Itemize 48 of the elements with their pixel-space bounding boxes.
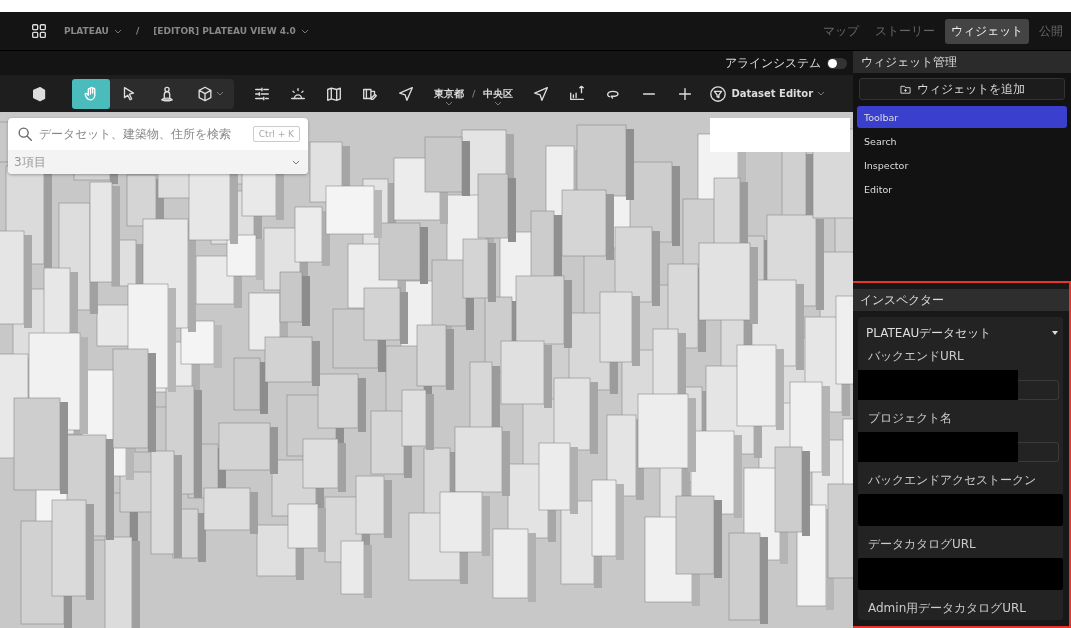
nav-tab[interactable]: ウィジェット <box>945 18 1029 44</box>
search-icon <box>16 125 34 143</box>
city-3d-map[interactable]: データセット、建築物、住所を検索 Ctrl + K 3項目 <box>0 112 853 628</box>
align-system-toggle[interactable] <box>827 57 847 69</box>
caret-icon <box>216 91 224 96</box>
export-icon[interactable] <box>568 84 587 103</box>
widget-list-item[interactable]: Inspector <box>857 154 1067 176</box>
send-icon[interactable] <box>397 84 415 103</box>
location-separator: / <box>472 88 476 99</box>
align-system-label: アラインシステム <box>725 54 821 72</box>
collapse-triangle-icon <box>1052 331 1058 335</box>
ward-menu[interactable]: 中央区 <box>483 87 514 100</box>
person-icon <box>158 84 176 103</box>
panel-title: ウィジェット管理 <box>853 51 1071 73</box>
field-label: プロジェクト名 <box>867 410 953 427</box>
project-menu[interactable]: [EDITOR] PLATEAU VIEW 4.0 <box>153 26 309 36</box>
field-label: データカタログURL <box>867 536 977 553</box>
widget-list-item[interactable]: Search <box>857 130 1067 152</box>
field-label: バックエンドURL <box>867 348 965 365</box>
widget-list-item[interactable]: Editor <box>857 178 1067 200</box>
input-field[interactable] <box>1018 442 1059 462</box>
hand-tool-button[interactable] <box>72 78 110 109</box>
input-field[interactable] <box>1018 380 1059 400</box>
widget-list-item[interactable]: Toolbar <box>857 106 1067 128</box>
shortcut-hint: Ctrl + K <box>252 126 300 142</box>
workspace-menu[interactable]: PLATEAU <box>64 26 122 36</box>
caret-icon <box>113 28 122 34</box>
prefecture-menu[interactable]: 東京都 <box>434 87 464 100</box>
map-icon[interactable] <box>325 84 343 103</box>
caret-icon <box>292 159 300 165</box>
cube-icon <box>196 84 214 103</box>
search-field[interactable]: データセット、建築物、住所を検索 Ctrl + K <box>8 118 308 150</box>
caret-icon <box>494 100 503 106</box>
caret-icon <box>817 91 826 96</box>
field-label: Admin用データカタログURL <box>867 600 1028 617</box>
add-widget-button[interactable]: ウィジェットを追加 <box>859 78 1065 100</box>
send-icon[interactable] <box>532 84 551 103</box>
dataset-editor-menu[interactable]: Dataset Editor <box>709 84 826 103</box>
caret-icon <box>445 100 453 106</box>
search-placeholder: データセット、建築物、住所を検索 <box>39 125 232 143</box>
caret-icon <box>300 28 309 34</box>
grid-icon[interactable] <box>30 22 48 40</box>
breadcrumb-separator: / <box>135 26 140 36</box>
filter-icon <box>709 84 728 103</box>
inspector-title: インスペクター <box>852 289 1069 311</box>
field-label: バックエンドアクセストークン <box>867 472 1037 489</box>
folder-plus-icon <box>899 83 911 95</box>
dataset-section-header[interactable]: PLATEAUデータセット <box>858 325 1063 341</box>
